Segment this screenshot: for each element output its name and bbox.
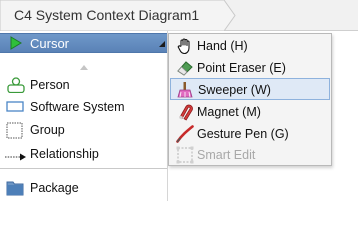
diagram-tab[interactable]: C4 System Context Diagram1 [0,0,236,31]
scroll-up-icon[interactable] [80,59,88,73]
dropdown-corner-icon [159,36,165,50]
menu-item-label: Sweeper (W) [198,83,271,97]
diagram-tab-title: C4 System Context Diagram1 [14,7,200,23]
palette-item-relationship[interactable]: Relationship [0,143,167,165]
palette-item-package[interactable]: Package [0,177,167,199]
cursor-tool-menu: Hand (H) Point Eraser (E) Sweeper (W) Ma… [168,33,332,166]
menu-item-label: Smart Edit [197,148,256,162]
sweeper-icon [177,81,195,99]
menu-item-hand[interactable]: Hand (H) [170,35,330,57]
magnet-icon [176,103,194,121]
palette-item-label: Relationship [30,147,99,161]
palette-item-label: Software System [30,100,125,114]
person-icon [6,77,26,96]
palette-item-person[interactable]: Person [0,74,167,96]
menu-item-gesture-pen[interactable]: Gesture Pen (G) [170,123,330,145]
palette-item-software-system[interactable]: Software System [0,96,167,118]
diagram-palette: Cursor Person Software System Group Rela… [0,31,168,201]
menu-item-point-eraser[interactable]: Point Eraser (E) [170,57,330,79]
smart-edit-icon [176,146,194,164]
relationship-icon [5,150,27,164]
palette-item-label: Group [30,123,65,137]
package-icon [6,180,24,199]
hand-icon [176,37,194,55]
menu-item-smart-edit: Smart Edit [170,144,330,166]
menu-item-label: Magnet (M) [197,105,261,119]
gesture-pen-icon [176,125,194,143]
palette-separator [0,168,167,169]
eraser-icon [176,59,194,77]
menu-item-label: Gesture Pen (G) [197,127,289,141]
menu-item-magnet[interactable]: Magnet (M) [170,101,330,123]
palette-item-label: Person [30,78,70,92]
menu-item-sweeper[interactable]: Sweeper (W) [170,78,330,100]
palette-item-label: Package [30,181,79,195]
software-system-icon [6,101,24,116]
diagram-tab-bar: C4 System Context Diagram1 [0,0,358,31]
palette-item-group[interactable]: Group [0,119,167,141]
cursor-arrow-icon [9,36,23,53]
cursor-tool-label: Cursor [30,36,70,51]
diagram-editor: C4 System Context Diagram1 Cursor Person… [0,0,358,201]
group-icon [6,122,24,142]
menu-item-label: Point Eraser (E) [197,61,286,75]
cursor-tool-button[interactable]: Cursor [0,33,167,53]
menu-item-label: Hand (H) [197,39,248,53]
